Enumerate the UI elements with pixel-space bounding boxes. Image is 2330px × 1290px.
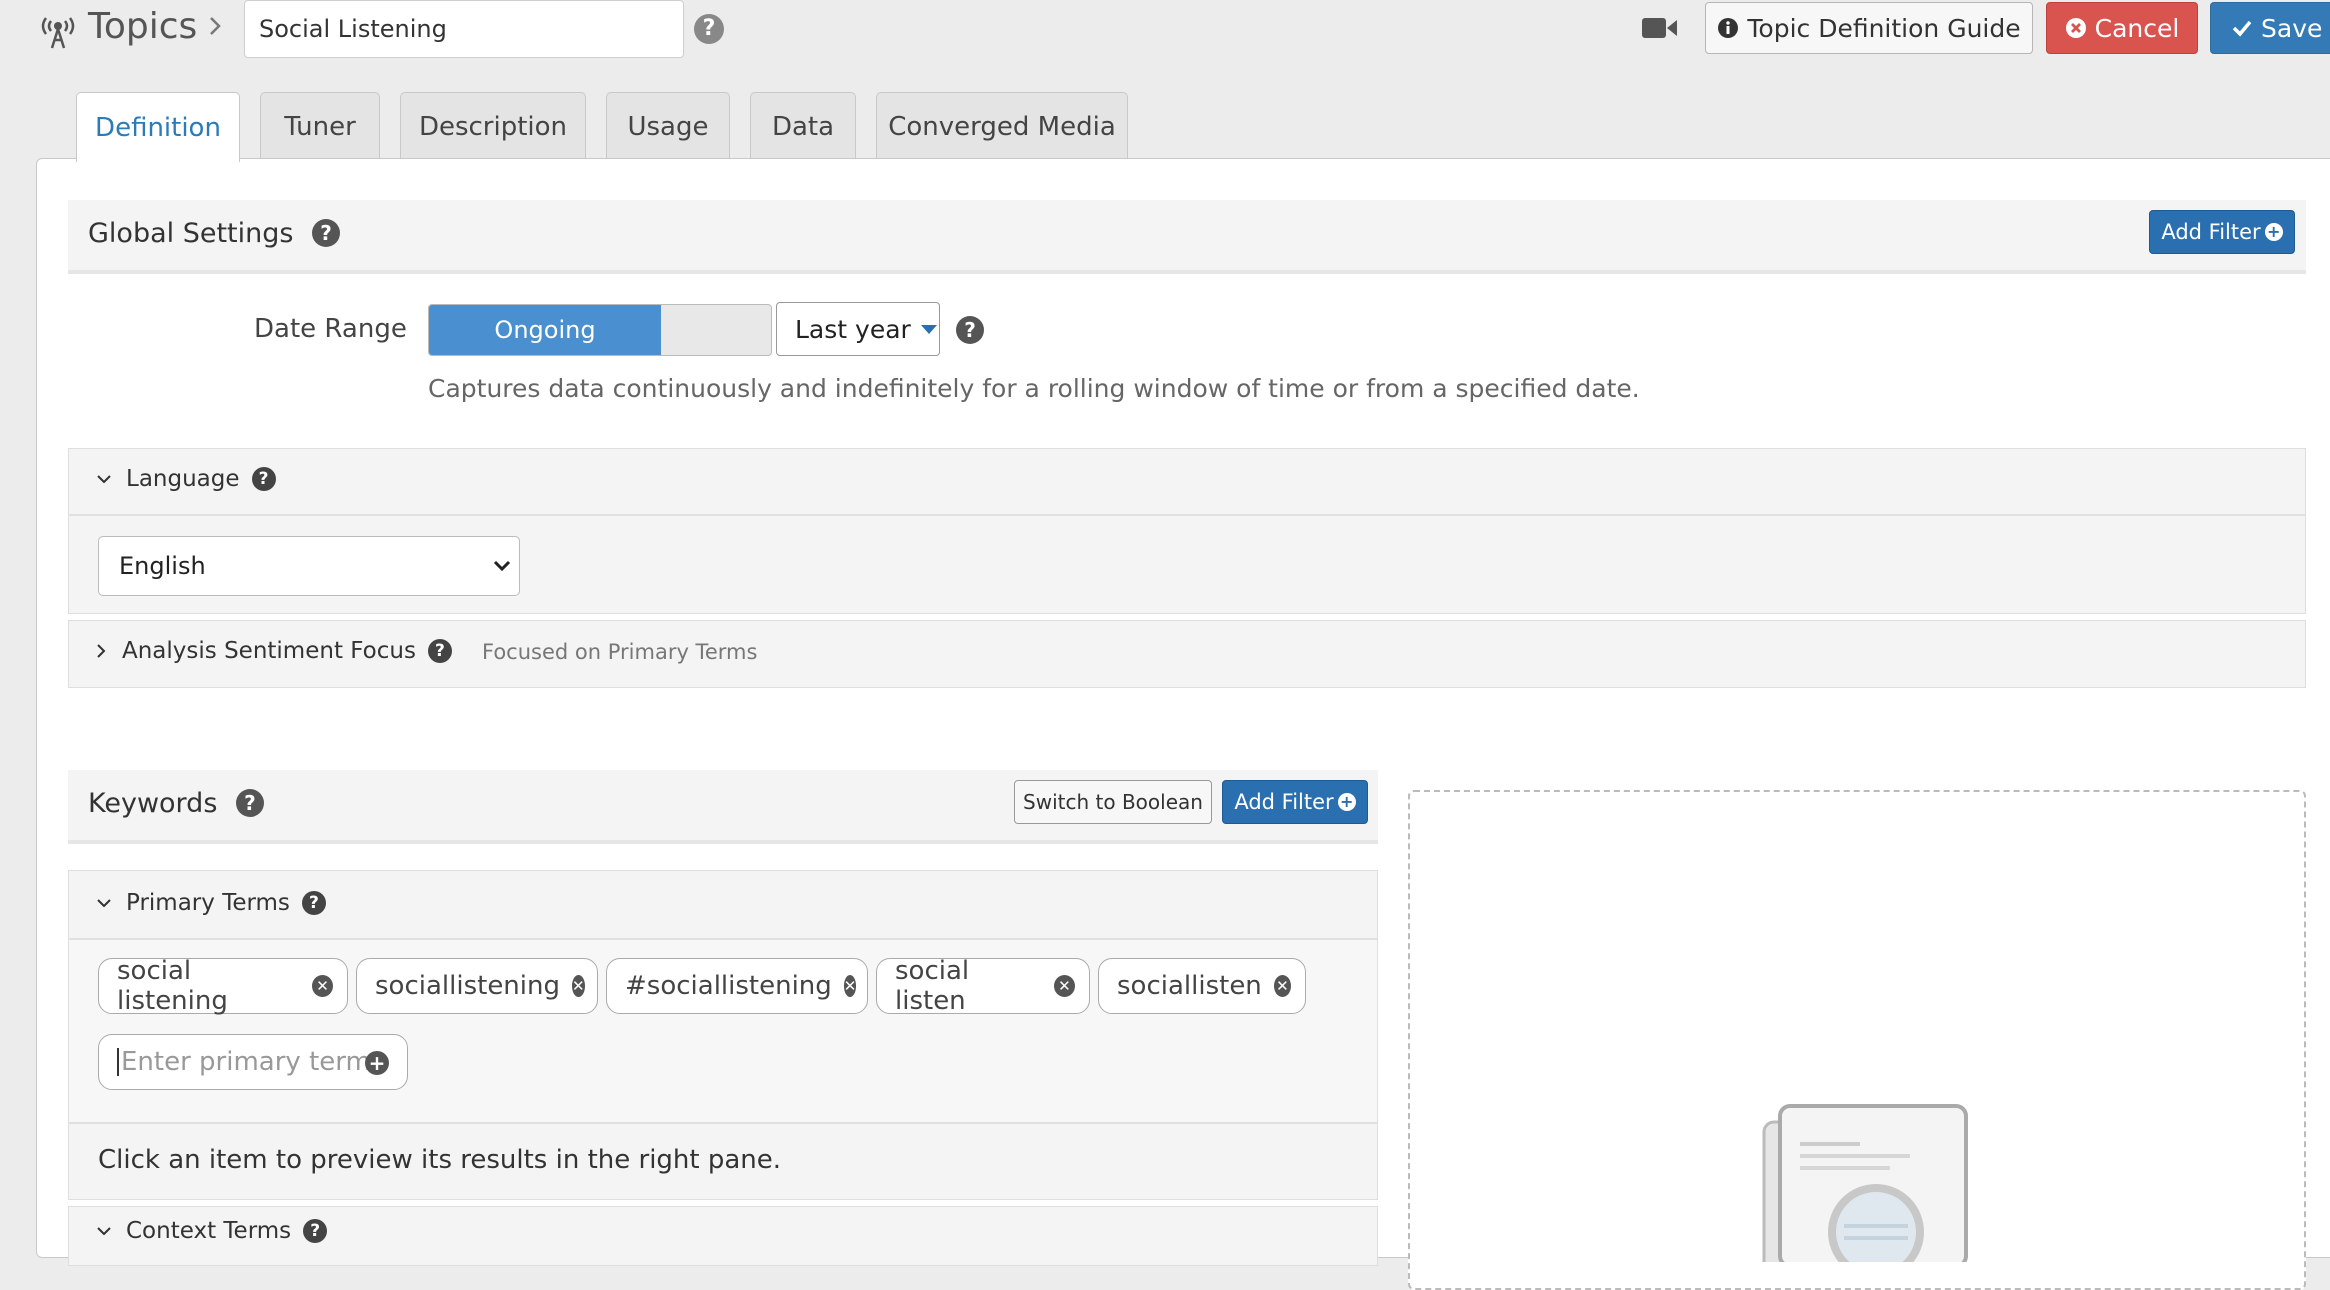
plus-circle-icon: +: [1337, 793, 1356, 811]
primary-terms-header[interactable]: Primary Terms ?: [96, 890, 326, 916]
video-camera-icon[interactable]: [1642, 15, 1678, 41]
topic-definition-guide-button[interactable]: Topic Definition Guide: [1705, 2, 2033, 54]
help-icon[interactable]: ?: [956, 316, 984, 344]
cancel-button-label: Cancel: [2094, 13, 2180, 43]
analysis-sentiment-note: Focused on Primary Terms: [482, 640, 758, 664]
tab-definition[interactable]: Definition: [76, 92, 240, 162]
keywords-title-text: Keywords: [88, 788, 218, 819]
help-icon[interactable]: ?: [251, 467, 276, 491]
topic-name-input[interactable]: [244, 0, 684, 58]
analysis-sentiment-header[interactable]: Analysis Sentiment Focus ?: [94, 638, 452, 664]
term-chip[interactable]: sociallistening ✕: [356, 958, 598, 1014]
context-terms-title: Context Terms: [126, 1218, 292, 1244]
context-terms-header[interactable]: Context Terms ?: [96, 1218, 328, 1244]
tab-description[interactable]: Description: [400, 92, 586, 160]
help-icon[interactable]: ?: [303, 1219, 328, 1243]
chevron-right-icon: [97, 644, 106, 658]
breadcrumb-topics[interactable]: Topics: [88, 2, 197, 52]
keywords-title: Keywords ?: [88, 788, 264, 819]
language-selected-value: English: [119, 552, 206, 580]
cancel-button[interactable]: Cancel: [2046, 2, 2198, 54]
chevron-right-icon: [210, 17, 221, 35]
date-range-select[interactable]: Last year: [776, 302, 940, 356]
remove-icon[interactable]: ✕: [1053, 975, 1075, 997]
chevron-down-icon: [493, 560, 511, 572]
tab-usage[interactable]: Usage: [606, 92, 730, 160]
tab-converged-media[interactable]: Converged Media: [876, 92, 1128, 160]
term-chip[interactable]: #sociallistening ✕: [606, 958, 868, 1014]
term-chip-label: sociallisten: [1117, 971, 1262, 1001]
date-range-help-text: Captures data continuously and indefinit…: [428, 374, 1640, 403]
term-chip[interactable]: sociallisten ✕: [1098, 958, 1306, 1014]
date-range-value: Last year: [795, 314, 911, 344]
ongoing-toggle-option[interactable]: Ongoing: [429, 305, 661, 355]
keywords-add-filter-button[interactable]: Add Filter +: [1222, 780, 1368, 824]
language-title: Language: [126, 466, 240, 492]
primary-terms-title: Primary Terms: [126, 890, 290, 916]
remove-icon[interactable]: ✕: [312, 975, 333, 997]
date-range-toggle[interactable]: Ongoing: [428, 304, 772, 356]
chevron-down-icon: [97, 899, 111, 908]
term-chip-label: #sociallistening: [625, 971, 832, 1001]
help-icon[interactable]: ?: [301, 891, 326, 915]
help-icon[interactable]: ?: [694, 14, 724, 44]
antenna-icon: [41, 17, 75, 49]
switch-to-boolean-button[interactable]: Switch to Boolean: [1014, 780, 1212, 824]
document-magnifier-icon: [1762, 1104, 1968, 1262]
remove-icon[interactable]: ✕: [843, 975, 857, 997]
term-chip-label: sociallistening: [375, 971, 560, 1001]
close-circle-icon: [2065, 17, 2087, 39]
preview-instruction: Click an item to preview its results in …: [98, 1145, 782, 1175]
term-chip-label: social listening: [117, 956, 228, 1016]
global-settings-title: Global Settings ?: [88, 218, 341, 249]
chevron-down-icon: [97, 475, 111, 484]
primary-term-placeholder: Enter primary term: [121, 1047, 371, 1077]
language-select[interactable]: English: [98, 536, 520, 596]
chevron-down-icon: [97, 1227, 111, 1236]
add-term-icon[interactable]: +: [365, 1051, 389, 1075]
remove-icon[interactable]: ✕: [572, 975, 585, 997]
check-icon: [2231, 17, 2253, 39]
help-icon[interactable]: ?: [427, 639, 452, 663]
remove-icon[interactable]: ✕: [1273, 975, 1291, 997]
guide-button-label: Topic Definition Guide: [1747, 13, 2021, 43]
global-settings-title-text: Global Settings: [88, 218, 294, 249]
text-cursor: [117, 1048, 119, 1076]
tab-tuner[interactable]: Tuner: [260, 92, 380, 160]
add-filter-label: Add Filter: [2161, 220, 2261, 244]
top-bar: Topics ? Topic Definition Guide Cancel S…: [0, 0, 2330, 60]
primary-term-input[interactable]: Enter primary term +: [98, 1034, 408, 1090]
help-icon[interactable]: ?: [235, 789, 264, 817]
help-icon[interactable]: ?: [312, 219, 341, 247]
save-button[interactable]: Save: [2210, 2, 2330, 54]
add-filter-button[interactable]: Add Filter +: [2149, 210, 2295, 254]
analysis-sentiment-title: Analysis Sentiment Focus: [122, 638, 416, 664]
caret-down-icon: [920, 324, 937, 334]
divider: [68, 514, 2306, 516]
save-button-label: Save: [2261, 13, 2323, 43]
language-panel-header[interactable]: Language ?: [96, 466, 276, 492]
term-chip[interactable]: social listening ✕: [98, 956, 348, 1016]
term-chip-label: social listen: [895, 956, 970, 1016]
date-range-label: Date Range: [254, 314, 407, 344]
global-settings-header: [68, 200, 2306, 274]
add-filter-label: Add Filter: [1234, 790, 1334, 814]
tab-data[interactable]: Data: [750, 92, 856, 160]
info-icon: [1717, 17, 1739, 39]
plus-circle-icon: +: [2264, 223, 2283, 241]
term-chip[interactable]: social listen ✕: [876, 956, 1090, 1016]
